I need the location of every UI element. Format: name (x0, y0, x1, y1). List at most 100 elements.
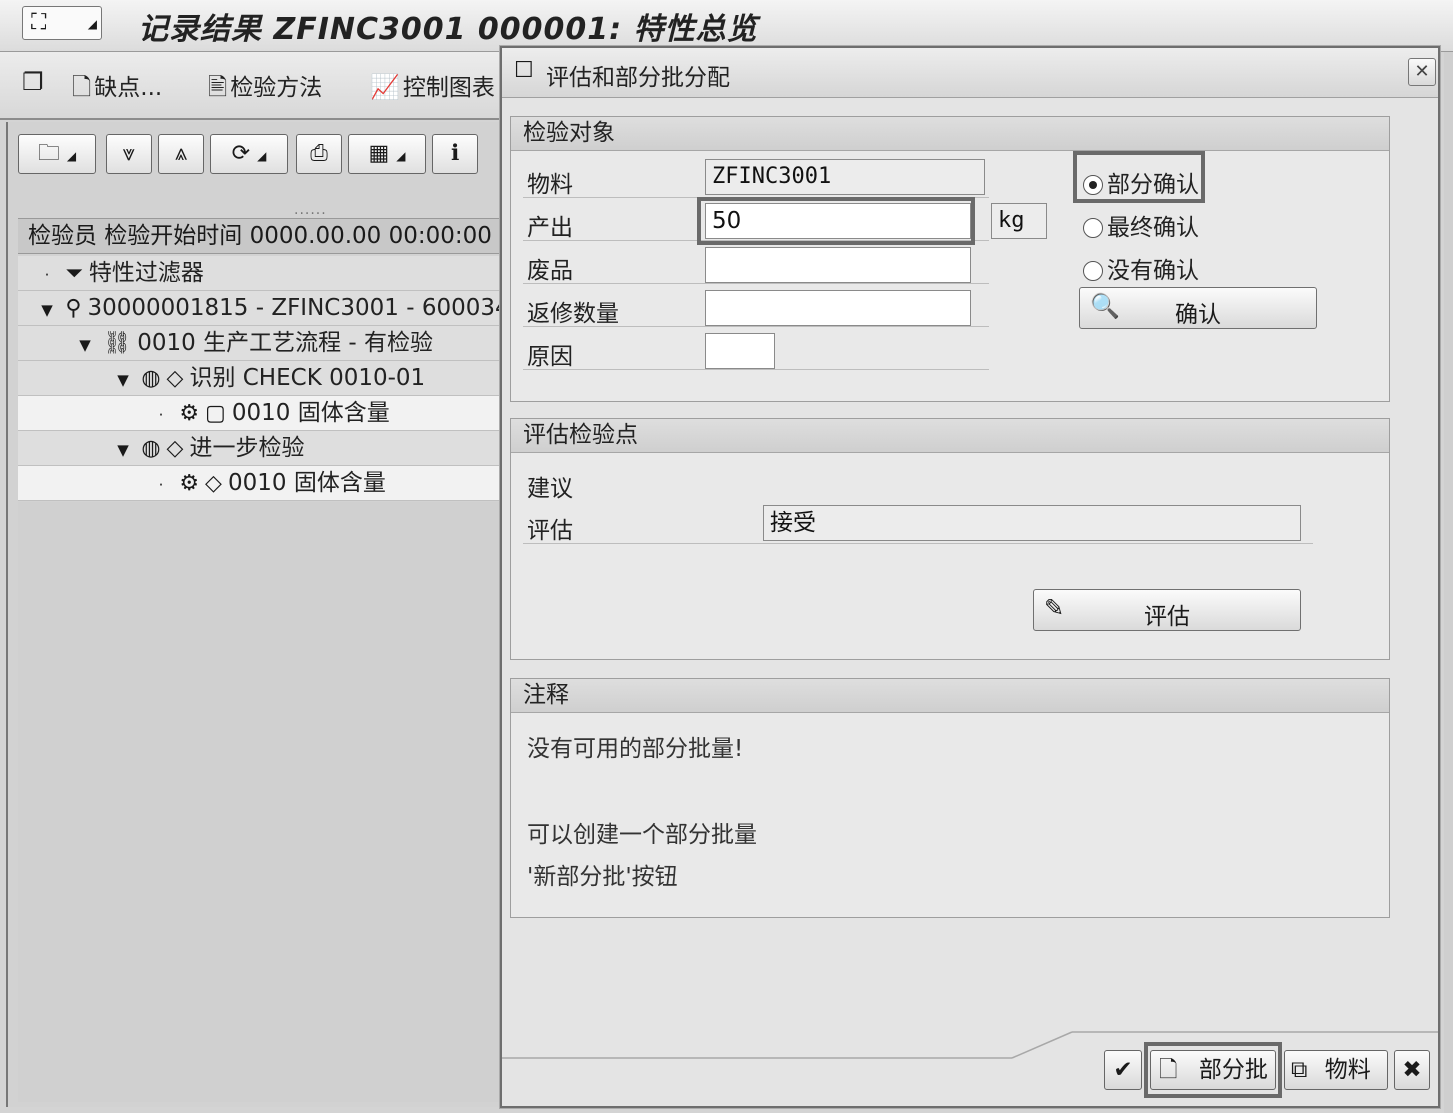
scrap-label: 废品 (527, 258, 573, 284)
radio-no-confirmation[interactable]: 没有确认 (1083, 251, 1199, 285)
evaluation-group: 评估检验点 建议 评估 接受 ✎ 评估 (510, 418, 1390, 660)
evaluate-button[interactable]: ✎ 评估 (1033, 589, 1301, 631)
document-icon: 🗋 (72, 73, 92, 101)
expanded-triangle-icon[interactable]: ▼ (112, 433, 134, 465)
cancel-button[interactable]: ✖ (1394, 1050, 1430, 1090)
group-heading: 评估检验点 (511, 419, 1389, 453)
evaluation-partial-lot-dialog: ☐ 评估和部分批分配 ✕ 检验对象 物料 ZFINC3001 产出 50 kg … (500, 46, 1440, 1108)
evaluation-field[interactable]: 接受 (763, 505, 1301, 541)
material-icon: ⧉ (1291, 1057, 1308, 1083)
cancel-x-icon: ✖ (1402, 1057, 1422, 1083)
notes-group: 注释 没有可用的部分批量! 可以创建一个部分批量 '新部分批'按钮 (510, 678, 1390, 918)
inspection-method-button[interactable]: 🖹 检验方法 (208, 68, 322, 104)
note-line: 可以创建一个部分批量 (527, 822, 757, 848)
tree-row-label: 0010 固体含量 (227, 470, 386, 496)
background-window-edge (1444, 52, 1453, 1113)
dropdown-arrow-icon: ◢ (257, 149, 267, 163)
expanded-triangle-icon[interactable]: ▼ (74, 328, 96, 360)
reason-label: 原因 (527, 344, 573, 370)
tree-row[interactable]: ▼ ⛓ 0010 生产工艺流程 - 有检验 (18, 326, 504, 361)
expand-all-button[interactable]: ⩔ (106, 134, 152, 174)
reason-input[interactable] (705, 333, 775, 369)
refresh-icon: ⟳ (231, 141, 251, 166)
dialog-title: 评估和部分批分配 (546, 65, 730, 91)
radio-unselected-icon (1083, 218, 1103, 238)
characteristics-tree-pane: 🗀 ◢ ⩔ ⩓ ⟳ ◢ ⎙ ▦ ◢ ℹ ...... 检验员 检验开始时间 00… (6, 122, 504, 1107)
inspection-object-group: 检验对象 物料 ZFINC3001 产出 50 kg 废品 返修数量 原因 部分… (510, 116, 1390, 402)
dropdown-arrow-icon: ◢ (87, 17, 97, 31)
system-menu-button[interactable]: ⛶ ◢ (22, 6, 102, 40)
collapse-all-button[interactable]: ⩓ (158, 134, 204, 174)
material-label: 物料 (527, 172, 573, 198)
info-button[interactable]: ℹ (432, 134, 478, 174)
material-button[interactable]: ⧉ 物料 (1284, 1050, 1388, 1090)
yield-unit-field[interactable]: kg (991, 203, 1047, 239)
group-heading: 检验对象 (511, 117, 1389, 151)
confirm-button[interactable]: 🔍 确认 (1079, 287, 1317, 329)
control-chart-button[interactable]: 📈 控制图表 (370, 68, 495, 104)
scrap-input[interactable] (705, 247, 971, 283)
tree-row-label: 30000001815 - ZFINC3001 - 600034545 (87, 295, 504, 321)
collapse-all-icon: ⩓ (174, 141, 188, 166)
confirm-button-label: 确认 (1175, 302, 1221, 328)
dropdown-arrow-icon: ◢ (396, 149, 406, 163)
proposal-label: 建议 (527, 476, 573, 502)
method-label: 检验方法 (230, 75, 323, 101)
highlight-frame (697, 197, 975, 245)
info-icon: ℹ (450, 141, 460, 166)
square-icon: ▢ (205, 401, 226, 426)
tree-row-label: 进一步检验 (189, 435, 305, 461)
tree-row-label: 特性过滤器 (88, 260, 204, 286)
diamond-icon: ◇ (166, 366, 184, 391)
rework-input[interactable] (705, 290, 971, 326)
radio-final-confirmation[interactable]: 最终确认 (1083, 208, 1199, 242)
radio-label: 最终确认 (1107, 215, 1199, 241)
layout-button[interactable]: ▦ ◢ (348, 134, 426, 174)
characteristic-icon: ⚙ (179, 471, 200, 496)
tree-row[interactable]: · ⚙ ▢ 0010 固体含量 (18, 396, 504, 431)
characteristics-tree: · ⏷ 特性过滤器 ▼ ⚲ 30000001815 - ZFINC3001 - 60… (18, 256, 504, 501)
field-divider (523, 283, 989, 284)
dropdown-arrow-icon: ◢ (66, 149, 77, 163)
tree-row[interactable]: · ⚙ ◇ 0010 固体含量 (18, 466, 504, 501)
tree-row-label: 识别 CHECK 0010-01 (189, 365, 426, 391)
sample-icon: ◍ (141, 366, 161, 391)
expand-button[interactable]: 🗀 ◢ (18, 134, 96, 174)
tree-column-header: 检验员 检验开始时间 0000.00.00 00:00:00 (18, 218, 504, 254)
field-divider (523, 543, 1313, 544)
highlight-frame (1073, 151, 1205, 203)
note-line: 没有可用的部分批量! (527, 736, 744, 762)
expanded-triangle-icon[interactable]: ▼ (112, 363, 134, 395)
material-field[interactable]: ZFINC3001 (705, 159, 985, 195)
field-divider (523, 369, 989, 370)
tree-row-label: 0010 固体含量 (231, 400, 390, 426)
evaluation-label: 评估 (527, 518, 573, 544)
tree-row[interactable]: · ⏷ 特性过滤器 (18, 256, 504, 291)
yield-label: 产出 (527, 215, 573, 241)
leaf-bullet-icon: · (158, 406, 164, 424)
filter-icon: ⏷ (65, 261, 83, 286)
edit-document-icon: 🖹 (208, 73, 228, 101)
refresh-button[interactable]: ⟳ ◢ (210, 134, 288, 174)
tree-row[interactable]: ▼ ◍ ◇ 进一步检验 (18, 431, 504, 466)
group-heading: 注释 (511, 679, 1389, 713)
window-title: 记录结果 ZFINC3001 000001: 特性总览 (138, 12, 758, 47)
tree-row-label: 0010 生产工艺流程 - 有检验 (137, 330, 434, 356)
overview-button[interactable]: ❐ (22, 68, 47, 104)
expanded-triangle-icon[interactable]: ▼ (36, 293, 58, 325)
splitter-handle[interactable]: ...... (294, 202, 327, 218)
continue-button[interactable]: ✔ (1104, 1050, 1142, 1090)
tree-row[interactable]: ▼ ⚲30000001815 - ZFINC3001 - 600034545 (18, 291, 504, 326)
diamond-icon: ◇ (166, 436, 184, 461)
diamond-icon: ◇ (205, 471, 222, 496)
close-icon[interactable]: ✕ (1408, 58, 1436, 86)
dialog-window-icon: ☐ (514, 58, 534, 83)
application-toolbar: ❐ 🗋 缺点... 🖹 检验方法 📈 控制图表 (0, 52, 510, 120)
defects-label: 缺点... (94, 75, 163, 101)
sample-icon: ◍ (141, 436, 161, 461)
defects-button[interactable]: 🗋 缺点... (72, 68, 162, 104)
print-button[interactable]: ⎙ (296, 134, 342, 174)
window-titlebar: ⛶ ◢ 记录结果 ZFINC3001 000001: 特性总览 (0, 0, 1453, 52)
tree-row[interactable]: ▼ ◍ ◇ 识别 CHECK 0010-01 (18, 361, 504, 396)
material-button-label: 物料 (1324, 1057, 1371, 1083)
